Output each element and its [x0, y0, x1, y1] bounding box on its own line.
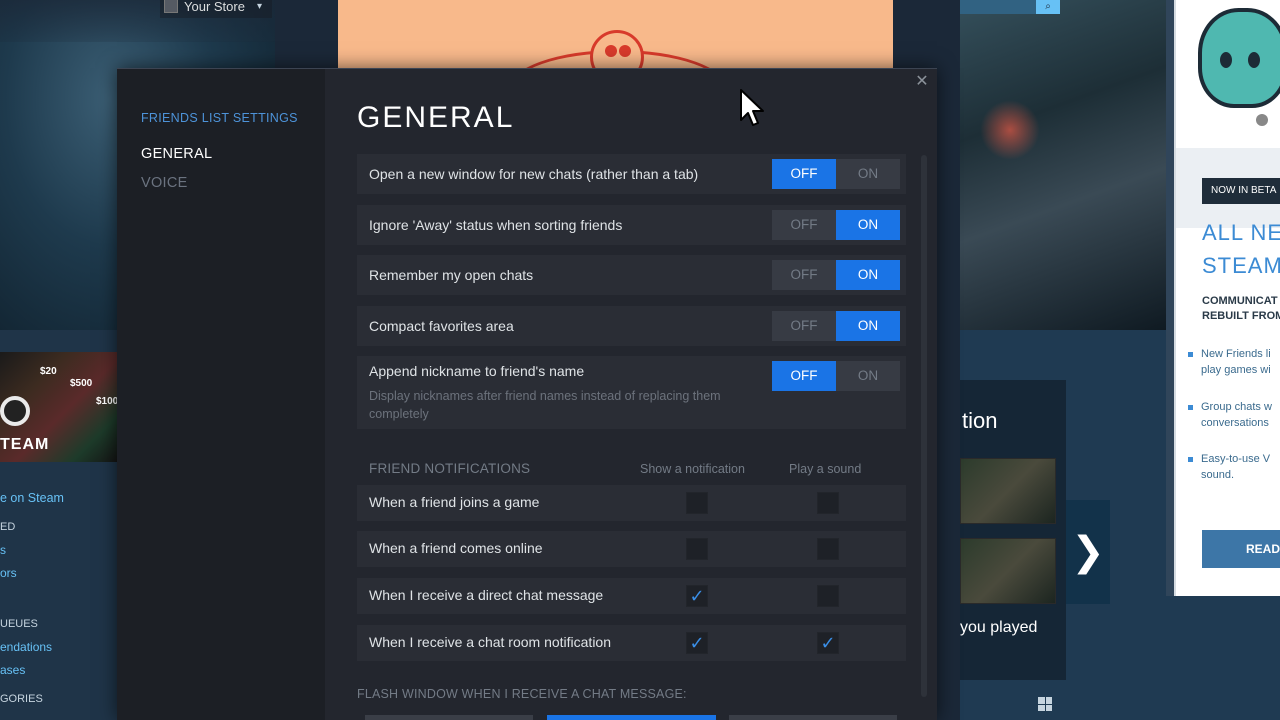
toggle-on-option[interactable]: ON: [836, 361, 900, 391]
game-thumbnail[interactable]: [960, 538, 1056, 604]
setting-row-ignore-away: Ignore 'Away' status when sorting friend…: [357, 205, 906, 245]
setting-row-append-nickname: Append nickname to friend's name Display…: [357, 356, 906, 429]
toggle-remember-chats[interactable]: OFF ON: [772, 260, 900, 290]
column-play-sound: Play a sound: [789, 462, 862, 476]
beta-bullet: Group chats w conversations: [1188, 399, 1272, 431]
decorative-dot: [1256, 114, 1268, 126]
play-sound-checkbox[interactable]: ✓: [817, 632, 839, 654]
toggle-new-window[interactable]: OFF ON: [772, 159, 900, 189]
setting-row-compact-favorites: Compact favorites area OFF ON: [357, 306, 906, 346]
windows-icon: [1038, 697, 1052, 711]
sidebar-section-title: FRIENDS LIST SETTINGS: [141, 111, 298, 125]
toggle-off-option[interactable]: OFF: [772, 159, 836, 189]
page-title: GENERAL: [357, 101, 515, 134]
toggle-append-nickname[interactable]: OFF ON: [772, 361, 900, 391]
setting-description: Display nicknames after friend names ins…: [369, 389, 721, 421]
side-link[interactable]: s: [0, 543, 6, 557]
setting-label: Open a new window for new chats (rather …: [369, 166, 699, 182]
beta-title: ALL NE STEAM: [1202, 220, 1280, 278]
your-store-menu[interactable]: Your Store ▾: [160, 0, 272, 18]
toggle-off-option[interactable]: OFF: [772, 311, 836, 341]
toggle-on-option[interactable]: ON: [836, 311, 900, 341]
toggle-off-option[interactable]: OFF: [772, 361, 836, 391]
notification-row-comes-online: When a friend comes online: [357, 531, 906, 567]
next-arrow-icon[interactable]: ❯: [1066, 500, 1110, 604]
toggle-on-option[interactable]: ON: [836, 210, 900, 240]
show-notification-checkbox[interactable]: ✓: [686, 585, 708, 607]
gift-card-value: $500: [70, 378, 93, 389]
game-thumbnail[interactable]: [960, 458, 1056, 524]
play-sound-checkbox[interactable]: [817, 585, 839, 607]
beta-bullet: Easy-to-use V sound.: [1188, 451, 1270, 483]
notification-label: When I receive a chat room notification: [369, 634, 612, 650]
store-icon: [164, 0, 178, 13]
toggle-on-option[interactable]: ON: [836, 159, 900, 189]
setting-label: Append nickname to friend's name: [369, 363, 585, 379]
close-icon[interactable]: ✕: [913, 73, 931, 91]
side-heading-categories: GORIES: [0, 693, 43, 705]
toggle-on-option[interactable]: ON: [836, 260, 900, 290]
play-sound-checkbox[interactable]: [817, 492, 839, 514]
settings-scrollbar[interactable]: [921, 155, 927, 697]
game-art-right: [960, 0, 1166, 330]
toggle-off-option[interactable]: OFF: [772, 260, 836, 290]
beta-subtitle: COMMUNICAT REBUILT FROM: [1202, 295, 1280, 322]
link-on-steam[interactable]: e on Steam: [0, 491, 64, 505]
chevron-down-icon: ▾: [256, 0, 262, 12]
background-edge: [1166, 596, 1280, 720]
notification-row-direct-message: When I receive a direct chat message ✓: [357, 578, 906, 614]
play-sound-checkbox[interactable]: [817, 538, 839, 560]
flash-option[interactable]: [365, 715, 533, 720]
steam-logo-icon: [0, 396, 30, 426]
gift-card-value: $100: [96, 396, 119, 407]
setting-label: Ignore 'Away' status when sorting friend…: [369, 217, 623, 233]
toggle-off-option[interactable]: OFF: [772, 210, 836, 240]
side-heading: ED: [0, 521, 16, 533]
mouse-cursor-icon: [740, 89, 764, 126]
side-link-releases[interactable]: ases: [0, 663, 25, 677]
flash-option[interactable]: [729, 715, 897, 720]
setting-label: Compact favorites area: [369, 318, 514, 334]
setting-row-remember-chats: Remember my open chats OFF ON: [357, 255, 906, 295]
steam-logo-text: TEAM: [0, 436, 50, 453]
your-store-label: Your Store: [184, 0, 245, 14]
notification-label: When I receive a direct chat message: [369, 587, 604, 603]
side-heading-queues: UEUES: [0, 618, 38, 630]
beta-bullet: New Friends li play games wi: [1188, 346, 1271, 378]
now-in-beta-badge: NOW IN BETA: [1202, 178, 1280, 204]
gift-card-value: $20: [40, 366, 57, 377]
setting-row-new-window: Open a new window for new chats (rather …: [357, 154, 906, 194]
mascot-image: [1198, 8, 1280, 108]
side-link[interactable]: ors: [0, 566, 17, 580]
toggle-compact-favorites[interactable]: OFF ON: [772, 311, 900, 341]
notification-row-joins-game: When a friend joins a game: [357, 485, 906, 521]
flash-window-header: FLASH WINDOW WHEN I RECEIVE A CHAT MESSA…: [357, 687, 687, 701]
read-more-button[interactable]: READ: [1202, 530, 1280, 568]
notification-label: When a friend comes online: [369, 540, 543, 556]
setting-label: Remember my open chats: [369, 267, 534, 283]
recommendation-heading: tion: [962, 408, 998, 433]
flash-option[interactable]: [547, 715, 716, 720]
featured-banner: [338, 0, 893, 70]
show-notification-checkbox[interactable]: ✓: [686, 632, 708, 654]
sidebar-item-voice[interactable]: VOICE: [141, 175, 188, 191]
friends-logo-icon: [590, 30, 644, 70]
friends-list-settings-dialog: FRIENDS LIST SETTINGS GENERAL VOICE ✕ GE…: [117, 68, 937, 720]
show-notification-checkbox[interactable]: [686, 492, 708, 514]
sidebar-item-general[interactable]: GENERAL: [141, 146, 212, 162]
column-show-notification: Show a notification: [640, 462, 745, 476]
show-notification-checkbox[interactable]: [686, 538, 708, 560]
toggle-ignore-away[interactable]: OFF ON: [772, 210, 900, 240]
side-link-recommendations[interactable]: endations: [0, 640, 52, 654]
friend-notifications-header: FRIEND NOTIFICATIONS: [369, 461, 531, 476]
settings-sidebar: FRIENDS LIST SETTINGS GENERAL VOICE: [117, 69, 325, 720]
search-icon[interactable]: ⌕: [1036, 0, 1060, 14]
notification-row-chat-room: When I receive a chat room notification …: [357, 625, 906, 661]
notification-label: When a friend joins a game: [369, 494, 540, 510]
you-played-text: you played: [960, 619, 1038, 636]
